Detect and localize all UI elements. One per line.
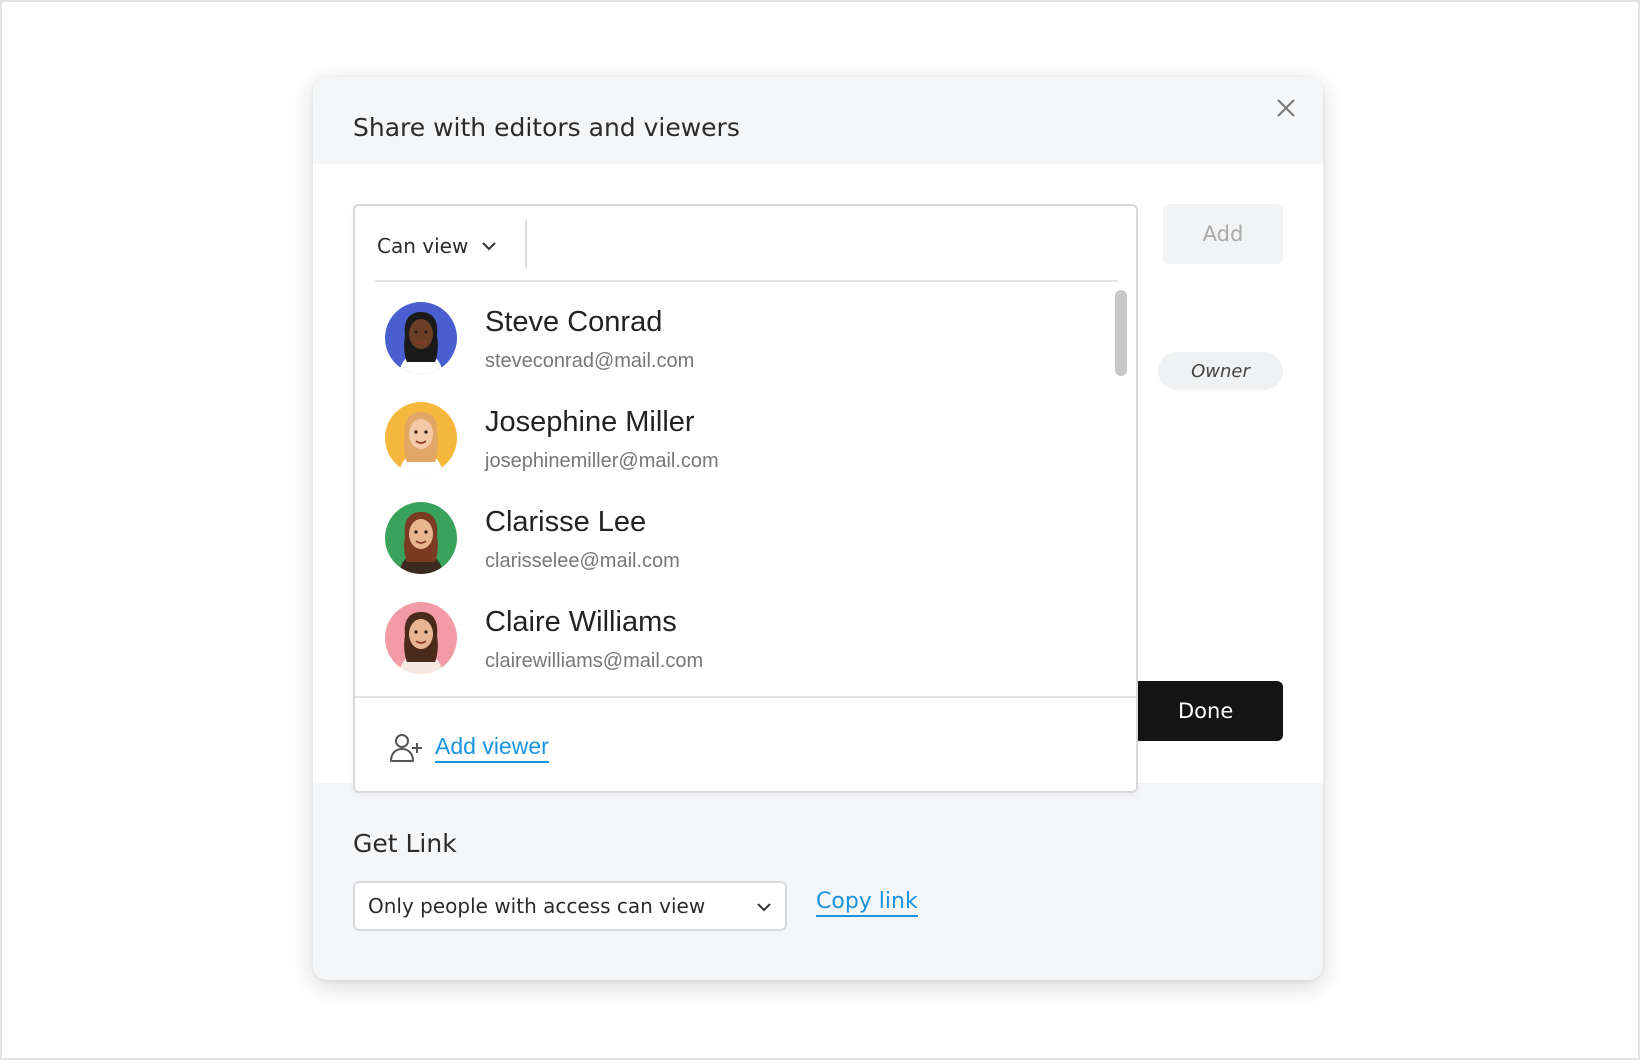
list-item[interactable]: Claire Williams clairewilliams@mail.com	[355, 584, 1095, 684]
footer-divider	[355, 696, 1136, 698]
contact-name: Josephine Miller	[485, 406, 695, 438]
list-divider	[375, 280, 1118, 282]
chevron-down-icon	[478, 235, 500, 257]
contact-list: Steve Conrad steveconrad@mail.com Joseph…	[355, 284, 1136, 698]
add-viewer-button[interactable]: Add viewer	[387, 730, 549, 766]
dialog-title: Share with editors and viewers	[353, 113, 740, 142]
contact-email: clarisselee@mail.com	[485, 550, 680, 572]
list-item[interactable]: Steve Conrad steveconrad@mail.com	[355, 284, 1095, 384]
dialog-header: Share with editors and viewers	[313, 77, 1323, 164]
input-divider	[525, 220, 527, 268]
chevron-down-icon	[753, 896, 775, 918]
add-user-icon	[387, 730, 423, 766]
get-link-title: Get Link	[353, 829, 457, 858]
email-input[interactable]	[535, 218, 1115, 270]
permission-value: Can view	[377, 234, 469, 258]
link-access-value: Only people with access can view	[368, 894, 706, 918]
link-access-select[interactable]: Only people with access can view	[353, 881, 787, 931]
contact-name: Claire Williams	[485, 606, 677, 638]
close-icon[interactable]	[1271, 93, 1301, 123]
owner-badge: Owner	[1158, 352, 1283, 390]
list-item[interactable]: Clarisse Lee clarisselee@mail.com	[355, 484, 1095, 584]
scrollbar-thumb[interactable]	[1115, 290, 1127, 376]
invite-dropdown: Can view Steve Conrad steveconrad@mail.c…	[353, 204, 1138, 793]
contact-email: clairewilliams@mail.com	[485, 650, 704, 672]
avatar	[385, 502, 457, 574]
avatar	[385, 602, 457, 674]
contact-name: Steve Conrad	[485, 306, 663, 338]
contact-email: josephinemiller@mail.com	[485, 450, 719, 472]
done-button[interactable]: Done	[1133, 681, 1283, 741]
copy-link[interactable]: Copy link	[816, 889, 918, 917]
contact-name: Clarisse Lee	[485, 506, 647, 538]
add-viewer-label: Add viewer	[435, 733, 549, 763]
contact-email: steveconrad@mail.com	[485, 350, 695, 372]
list-item[interactable]: Josephine Miller josephinemiller@mail.co…	[355, 384, 1095, 484]
permission-select[interactable]: Can view	[377, 228, 500, 264]
add-button[interactable]: Add	[1163, 204, 1283, 264]
avatar	[385, 302, 457, 374]
avatar	[385, 402, 457, 474]
